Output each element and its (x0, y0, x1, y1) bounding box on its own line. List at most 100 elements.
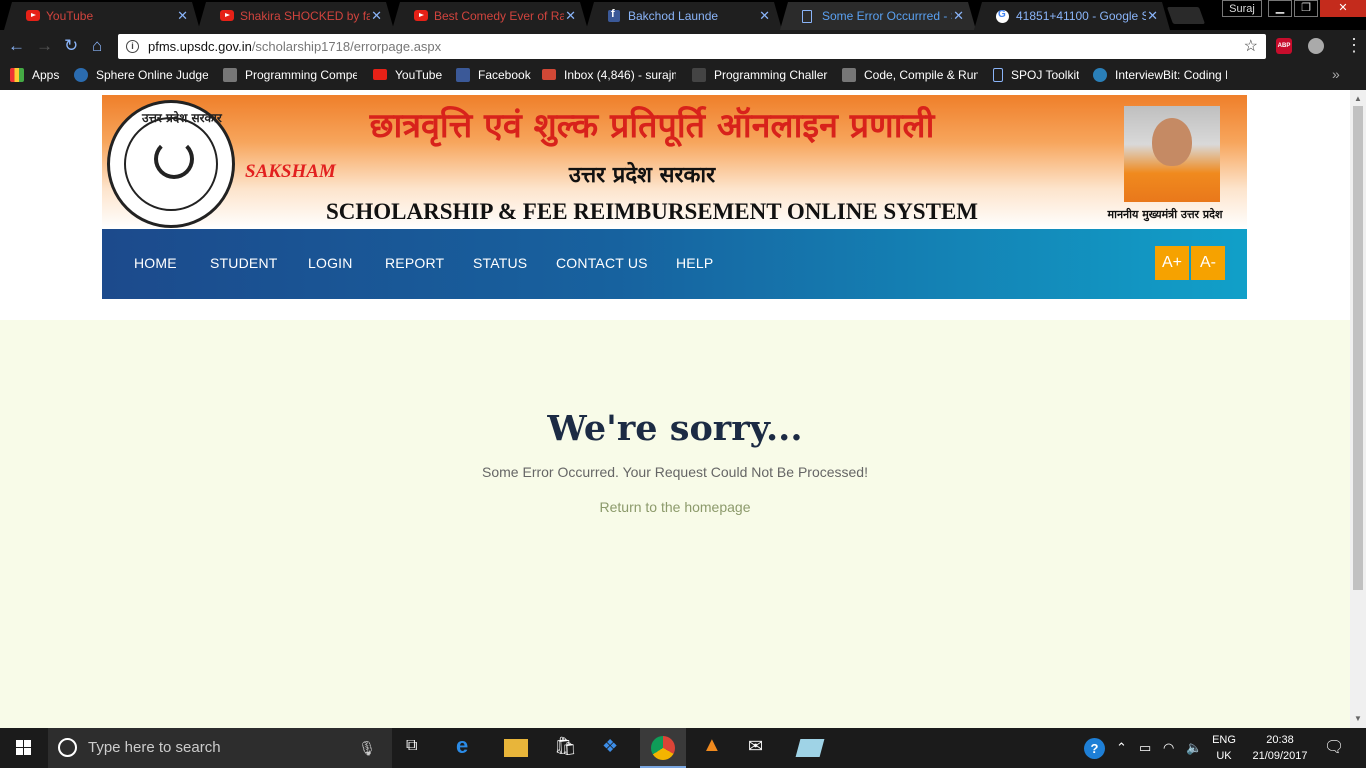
nav-help[interactable]: HELP (676, 255, 713, 271)
info-icon[interactable]: i (126, 40, 139, 53)
dropbox-icon[interactable]: ❖ (602, 736, 618, 757)
search-placeholder: Type here to search (88, 739, 221, 756)
return-homepage-link[interactable]: Return to the homepage (0, 499, 1350, 515)
nav-status[interactable]: STATUS (473, 255, 527, 271)
url-path: /scholarship1718/errorpage.aspx (251, 39, 442, 54)
chief-minister-photo (1124, 106, 1220, 202)
nav-home[interactable]: HOME (134, 255, 177, 271)
hackerrank-icon (692, 68, 706, 82)
windows-start-icon[interactable] (16, 740, 32, 756)
document-icon (993, 68, 1003, 82)
bookmark-item[interactable]: Programming Challer (692, 68, 828, 82)
interviewbit-icon (1093, 68, 1107, 82)
google-icon (996, 10, 1009, 23)
nav-contact-us[interactable]: CONTACT US (556, 255, 648, 271)
edge-icon[interactable]: e (456, 733, 468, 759)
extension-icon[interactable] (1308, 38, 1324, 54)
up-government-emblem: उत्तर प्रदेश सरकार (107, 100, 235, 228)
browser-tab-active[interactable]: Some Error Occurrred - S ✕ (780, 2, 976, 30)
browser-tab[interactable]: 41851+41100 - Google S ✕ (974, 2, 1170, 30)
facebook-icon (608, 10, 620, 22)
restore-icon[interactable]: ❐ (1294, 0, 1318, 17)
bookmark-item[interactable]: Code, Compile & Run (842, 68, 978, 82)
browser-tab[interactable]: Best Comedy Ever of Raj ✕ (392, 2, 588, 30)
adblock-plus-icon[interactable]: ABP (1276, 38, 1292, 54)
url-host: pfms.upsdc.gov.in (148, 39, 252, 54)
vlc-icon[interactable]: ▲ (702, 734, 722, 757)
back-icon[interactable]: ← (8, 36, 25, 56)
close-icon[interactable]: ✕ (759, 8, 770, 24)
reload-icon[interactable]: ↻ (64, 36, 78, 56)
menu-icon[interactable]: ⋮ (1345, 35, 1363, 56)
close-window-icon[interactable]: ✕ (1320, 0, 1366, 17)
bookmark-item[interactable]: InterviewBit: Coding I (1093, 68, 1227, 82)
bookmark-item[interactable]: SPOJ Toolkit (993, 68, 1079, 82)
scroll-up-arrow-icon[interactable]: ▲ (1354, 94, 1362, 103)
facebook-icon (456, 68, 470, 82)
language-indicator[interactable]: ENG UK (1207, 732, 1241, 764)
page-scrollbar[interactable]: ▲ ▼ (1350, 90, 1366, 728)
nav-report[interactable]: REPORT (385, 255, 444, 271)
bookmarks-bar: Apps Sphere Online Judge Programming Com… (0, 62, 1366, 90)
bookmark-item[interactable]: Inbox (4,846) - surajm (542, 68, 676, 82)
scroll-down-arrow-icon[interactable]: ▼ (1354, 714, 1362, 723)
tab-title: Some Error Occurrred - S (822, 9, 952, 23)
bookmark-item[interactable]: YouTube (373, 68, 442, 82)
volume-icon[interactable]: 🔈 (1186, 740, 1202, 756)
emblem-bow (154, 139, 194, 179)
clock-date: 21/09/2017 (1252, 750, 1308, 762)
region-code: UK (1216, 750, 1232, 762)
browser-tab[interactable]: YouTube ✕ (4, 2, 200, 30)
language-code: ENG (1212, 734, 1236, 746)
bookmark-item[interactable]: Sphere Online Judge (74, 68, 208, 82)
wifi-icon[interactable]: ◠ (1163, 740, 1174, 756)
address-bar[interactable]: i pfms.upsdc.gov.in/scholarship1718/erro… (118, 34, 1266, 59)
cm-face (1152, 118, 1192, 166)
close-icon[interactable]: ✕ (1147, 8, 1158, 24)
microphone-icon[interactable]: 🎙 (358, 728, 376, 768)
nav-student[interactable]: STUDENT (210, 255, 278, 271)
battery-icon[interactable]: ▭ (1139, 740, 1151, 756)
hindi-state-name: उत्तर प्रदेश सरकार (568, 163, 716, 188)
bookmarks-overflow-icon[interactable]: » (1332, 66, 1340, 82)
youtube-icon (414, 10, 428, 21)
close-icon[interactable]: ✕ (953, 8, 964, 24)
gmail-icon (542, 69, 556, 80)
web-page: उत्तर प्रदेश सरकार छात्रवृत्ति एवं शुल्क… (0, 90, 1350, 728)
task-view-icon[interactable]: ⧉ (406, 737, 417, 755)
show-hidden-icons-icon[interactable]: ⌃ (1116, 740, 1127, 756)
browser-toolbar: ← → ↻ ⌂ i pfms.upsdc.gov.in/scholarship1… (0, 30, 1366, 62)
taskbar-search-box[interactable]: Type here to search 🎙 (48, 728, 392, 768)
saksham-label: SAKSHAM (245, 161, 336, 182)
notes-app-icon[interactable] (795, 739, 825, 757)
site-header-banner: उत्तर प्रदेश सरकार छात्रवृत्ति एवं शुल्क… (102, 95, 1247, 229)
new-tab-button[interactable] (1166, 7, 1206, 24)
font-decrease-button[interactable]: A- (1191, 246, 1225, 280)
bookmark-star-icon[interactable]: ☆ (1244, 34, 1258, 59)
home-icon[interactable]: ⌂ (92, 36, 102, 56)
minimize-icon[interactable]: ▁ (1268, 0, 1292, 17)
browser-tab[interactable]: Bakchod Launde ✕ (586, 2, 782, 30)
close-icon[interactable]: ✕ (177, 8, 188, 24)
action-center-icon[interactable]: 🗨 (1324, 737, 1344, 757)
youtube-icon (220, 10, 234, 21)
close-icon[interactable]: ✕ (565, 8, 576, 24)
bookmark-item[interactable]: Programming Compe (223, 68, 357, 82)
font-increase-button[interactable]: A+ (1155, 246, 1189, 280)
help-icon[interactable]: ? (1084, 738, 1105, 759)
file-explorer-icon[interactable] (504, 739, 528, 757)
close-icon[interactable]: ✕ (371, 8, 382, 24)
profile-button[interactable]: Suraj (1222, 0, 1262, 17)
store-icon[interactable]: 🛍 (554, 736, 577, 757)
main-navigation: HOME STUDENT LOGIN REPORT STATUS CONTACT… (102, 229, 1247, 299)
bookmark-item[interactable]: Facebook (456, 68, 531, 82)
mail-icon[interactable]: ✉ (748, 736, 763, 757)
bookmark-apps[interactable]: Apps (10, 68, 59, 82)
system-clock[interactable]: 20:38 21/09/2017 (1248, 732, 1312, 764)
forward-icon[interactable]: → (36, 36, 53, 56)
browser-tab[interactable]: Shakira SHOCKED by fan ✕ (198, 2, 394, 30)
scrollbar-thumb[interactable] (1353, 106, 1363, 590)
tab-title: 41851+41100 - Google S (1016, 9, 1146, 23)
nav-login[interactable]: LOGIN (308, 255, 353, 271)
taskbar-chrome-active[interactable] (640, 728, 686, 768)
